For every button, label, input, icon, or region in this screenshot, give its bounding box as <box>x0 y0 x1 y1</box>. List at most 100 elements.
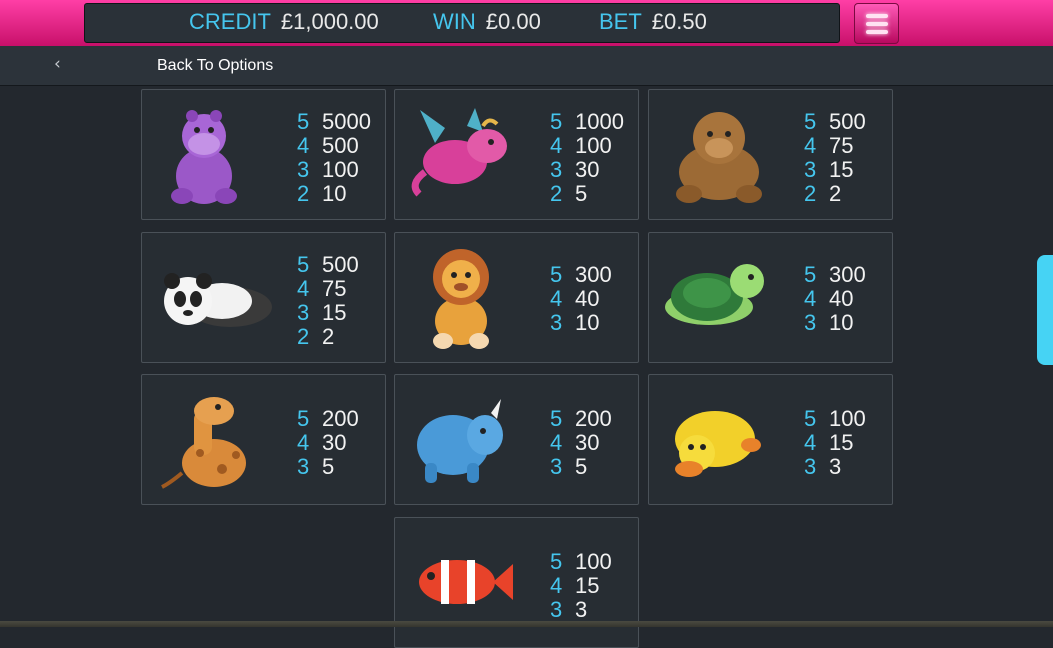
paytable-values: 5 500 4 75 3 15 22 <box>297 253 359 349</box>
pay-row: 35 <box>550 455 612 479</box>
pay-count: 4 <box>297 430 310 455</box>
chevron-left-icon[interactable]: ‹ <box>54 56 61 73</box>
pay-row: 5 100 <box>550 550 612 574</box>
pay-amount: 1000 <box>575 109 624 134</box>
pay-row: 5 1000 <box>550 110 624 134</box>
pay-amount: 200 <box>322 406 359 431</box>
menu-button[interactable] <box>854 3 899 44</box>
paytable-card-rhino: 5 200 4 30 35 <box>394 374 639 505</box>
pay-count: 2 <box>550 181 563 206</box>
paytable-values: 5 500 4 75 3 15 22 <box>804 110 866 206</box>
pay-count: 2 <box>804 181 817 206</box>
yellow-duck-icon <box>675 411 761 477</box>
pay-row: 3 15 <box>804 158 866 182</box>
paytable-card-giraffe: 5 200 4 30 35 <box>141 374 386 505</box>
pay-amount: 30 <box>575 430 600 455</box>
pay-count: 4 <box>804 430 817 455</box>
pay-count: 3 <box>550 157 563 182</box>
pay-amount: 500 <box>322 133 359 158</box>
pay-row: 5 500 <box>804 110 866 134</box>
pay-row: 3 100 <box>297 158 371 182</box>
paytable-values: 5 300 4 40 3 10 <box>550 263 612 335</box>
pay-row: 22 <box>804 182 866 206</box>
pay-row: 33 <box>804 455 866 479</box>
credit-label: CREDIT <box>189 9 271 34</box>
pay-count: 5 <box>297 252 310 277</box>
pay-row: 4 75 <box>297 277 359 301</box>
pay-row: 4 30 <box>550 431 612 455</box>
paytable-card-lion: 5 300 4 40 3 10 <box>394 232 639 363</box>
pay-row: 4 75 <box>804 134 866 158</box>
paytable-values: 5 100 4 15 33 <box>550 550 612 622</box>
pink-dragon-icon <box>411 108 507 197</box>
pay-amount: 40 <box>829 286 854 311</box>
paytable-card-duck: 5 100 4 15 33 <box>648 374 893 505</box>
pay-count: 3 <box>804 454 817 479</box>
pay-amount: 15 <box>829 430 854 455</box>
scrollbar-thumb[interactable] <box>1037 255 1053 365</box>
pay-amount: 3 <box>575 597 588 622</box>
hamburger-menu-icon <box>866 30 888 34</box>
pay-amount: 5000 <box>322 109 371 134</box>
win-meter: WIN £0.00 <box>433 11 541 33</box>
pay-amount: 15 <box>575 573 600 598</box>
paytable-card-monkey: 5 500 4 75 3 15 22 <box>648 89 893 220</box>
pay-row: 4 15 <box>804 431 866 455</box>
bet-label: BET <box>599 9 642 34</box>
pay-row: 3 30 <box>550 158 624 182</box>
paytable-values: 5 200 4 30 35 <box>550 407 612 479</box>
pay-row: 4 15 <box>550 574 612 598</box>
pay-amount: 10 <box>829 310 854 335</box>
pay-amount: 3 <box>829 454 842 479</box>
hamburger-menu-icon <box>866 14 888 18</box>
paytable-values: 5 1000 4 100 3 30 25 <box>550 110 624 206</box>
pay-amount: 75 <box>322 276 347 301</box>
paytable-card-dragon: 5 1000 4 100 3 30 25 <box>394 89 639 220</box>
pay-row: 4 100 <box>550 134 624 158</box>
pay-amount: 5 <box>322 454 335 479</box>
pay-row: 5 200 <box>297 407 359 431</box>
pay-amount: 5 <box>575 454 588 479</box>
pay-amount: 200 <box>575 406 612 431</box>
pay-count: 4 <box>550 133 563 158</box>
pay-row: 4 40 <box>804 287 866 311</box>
giraffe-icon <box>161 397 246 489</box>
pay-amount: 10 <box>322 181 347 206</box>
pay-count: 3 <box>804 157 817 182</box>
pay-count: 2 <box>297 324 310 349</box>
pay-count: 4 <box>550 430 563 455</box>
pay-row: 35 <box>297 455 359 479</box>
pay-row: 33 <box>550 598 612 622</box>
pay-amount: 500 <box>829 109 866 134</box>
pay-amount: 100 <box>322 157 359 182</box>
pay-count: 5 <box>297 109 310 134</box>
pay-amount: 5 <box>575 181 588 206</box>
pay-row: 5 300 <box>550 263 612 287</box>
paytable-values: 5 200 4 30 35 <box>297 407 359 479</box>
pay-row: 5 200 <box>550 407 612 431</box>
turtle-icon <box>665 264 764 325</box>
pay-count: 3 <box>804 310 817 335</box>
pay-amount: 15 <box>322 300 347 325</box>
pay-row: 2 10 <box>297 182 371 206</box>
pay-count: 3 <box>297 454 310 479</box>
pay-amount: 2 <box>322 324 335 349</box>
win-label: WIN <box>433 9 476 34</box>
options-nav-bar: ‹ Back To Options <box>0 46 1053 86</box>
lion-icon <box>433 249 489 349</box>
paytable-values: 5 5000 4 500 3 100 2 10 <box>297 110 371 206</box>
pay-row: 25 <box>550 182 624 206</box>
pay-row: 22 <box>297 325 359 349</box>
pay-row: 4 30 <box>297 431 359 455</box>
back-to-options-link[interactable]: Back To Options <box>157 57 273 75</box>
pay-amount: 2 <box>829 181 842 206</box>
pay-amount: 100 <box>575 549 612 574</box>
pay-count: 4 <box>550 573 563 598</box>
credit-value: £1,000.00 <box>280 9 379 34</box>
blue-rhino-icon <box>417 399 503 483</box>
pay-row: 5 100 <box>804 407 866 431</box>
pay-amount: 300 <box>829 262 866 287</box>
pay-count: 4 <box>550 286 563 311</box>
paytable-card-hippo: 5 5000 4 500 3 100 2 10 <box>141 89 386 220</box>
pay-count: 5 <box>550 406 563 431</box>
